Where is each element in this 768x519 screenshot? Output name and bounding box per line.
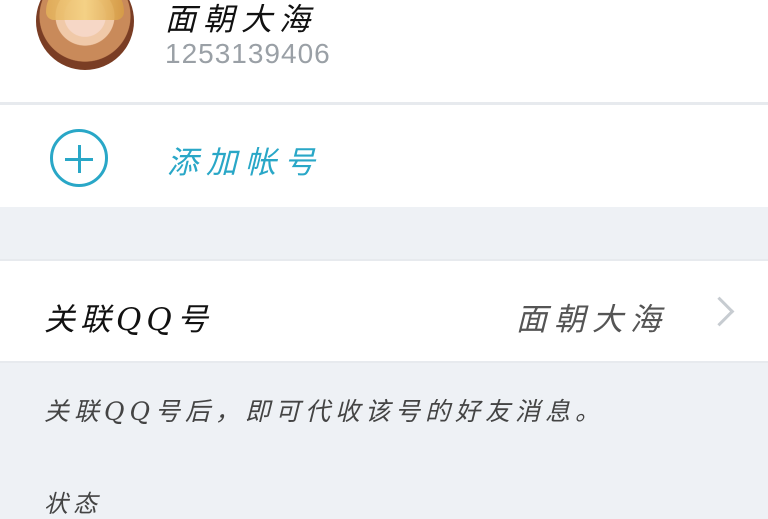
- current-account-row[interactable]: 面朝大海 1253139406: [0, 0, 768, 102]
- add-account-label: 添加帐号: [167, 145, 323, 181]
- account-number: 1253139406: [165, 38, 331, 69]
- add-account-row[interactable]: 添加帐号: [0, 105, 768, 207]
- avatar: [36, 0, 134, 70]
- plus-circle-icon: [50, 129, 108, 187]
- link-qq-row[interactable]: 关联QQ号 面朝大海: [0, 259, 768, 363]
- link-qq-value: 面朝大海: [516, 302, 668, 338]
- avatar-hair: [46, 0, 124, 20]
- account-name: 面朝大海: [165, 2, 317, 38]
- link-qq-hint: 关联QQ号后，即可代收该号的好友消息。: [44, 397, 605, 426]
- section-gap: [0, 207, 768, 259]
- plus-vertical: [78, 145, 81, 173]
- link-qq-label: 关联QQ号: [44, 302, 213, 338]
- status-label: 状态: [44, 490, 102, 518]
- chevron-right-icon: [704, 296, 735, 327]
